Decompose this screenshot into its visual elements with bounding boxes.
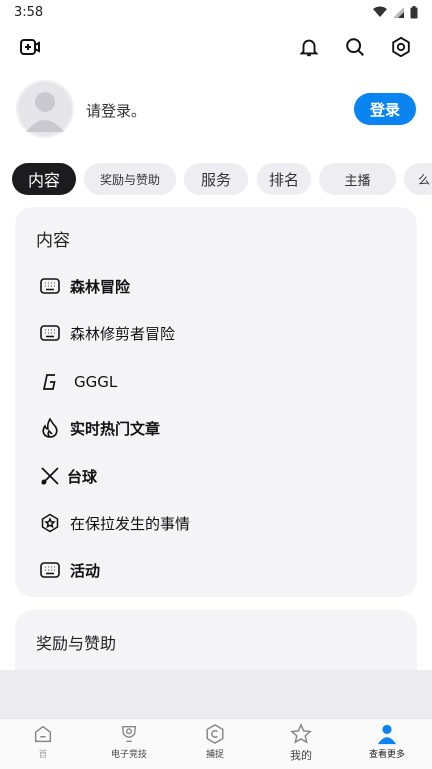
chip-ranking[interactable]: 排名 <box>257 163 311 195</box>
status-time: 3:58 <box>14 4 44 20</box>
list-item-label: 实时热门文章 <box>70 419 161 438</box>
avatar[interactable] <box>16 80 74 138</box>
signal-icon <box>393 6 404 18</box>
rewards-card-title: 奖励与赞助 <box>36 634 117 653</box>
gear-icon <box>392 36 410 58</box>
nav-capture[interactable]: 捕捉 <box>172 723 258 767</box>
login-button[interactable]: 登录 <box>354 93 416 125</box>
category-chips: 内容 奖励与赞助 服务 排名 主播 么 <box>0 163 432 195</box>
bottom-overlay <box>0 670 432 718</box>
bell-icon <box>299 39 319 57</box>
chip-rewards[interactable]: 奖励与赞助 <box>84 163 176 195</box>
bottom-navigation: 首 电子竞技 捕捉 我的 查看更多 <box>0 718 432 769</box>
list-item-gggl[interactable]: GGGL <box>39 368 117 396</box>
nav-mine[interactable]: 我的 <box>258 723 344 767</box>
list-item-label: 台球 <box>67 467 98 486</box>
list-item-label: 森林修剪者冒险 <box>70 324 176 343</box>
add-video-button[interactable] <box>16 33 44 61</box>
list-item-events[interactable]: 活动 <box>39 556 100 584</box>
profile-section: 请登录。 登录 <box>0 78 432 144</box>
chip-services[interactable]: 服务 <box>184 163 248 195</box>
nav-capture-label: 捕捉 <box>205 750 224 760</box>
nav-home-label: 首 <box>38 750 48 760</box>
list-item-label: 活动 <box>70 561 101 580</box>
nav-home[interactable]: 首 <box>0 723 86 767</box>
nav-more[interactable]: 查看更多 <box>344 723 430 767</box>
list-item-label: 森林冒险 <box>70 277 131 296</box>
home-icon <box>34 725 52 743</box>
notifications-button[interactable] <box>295 33 323 61</box>
esports-icon <box>121 725 137 743</box>
login-prompt[interactable]: 请登录。 <box>86 100 146 121</box>
content-card-title: 内容 <box>36 231 70 251</box>
keyboard-icon <box>39 559 61 581</box>
search-icon <box>346 38 364 56</box>
nav-esports[interactable]: 电子竞技 <box>86 723 172 767</box>
wifi-icon <box>373 6 387 17</box>
settings-button[interactable] <box>387 33 415 61</box>
person-icon <box>377 724 397 745</box>
gggl-logo-icon <box>39 371 61 393</box>
star-icon <box>290 723 312 744</box>
cue-sticks-icon <box>39 465 61 487</box>
list-item-billiards[interactable]: 台球 <box>39 462 97 490</box>
battery-icon <box>410 5 418 18</box>
chip-more[interactable]: 么 <box>404 163 432 195</box>
keyboard-icon <box>39 275 61 297</box>
add-video-icon <box>20 39 40 55</box>
list-item-forest-adventure[interactable]: 森林冒险 <box>39 272 130 300</box>
flame-icon <box>39 417 61 439</box>
content-card: 内容 森林冒险 森林修剪者冒险 GGGL 实时热门文章 台球 在保拉发生的事情 … <box>15 207 417 597</box>
list-item-paula[interactable]: 在保拉发生的事情 <box>39 509 190 537</box>
keyboard-icon <box>39 322 61 344</box>
status-bar: 3:58 <box>0 0 432 24</box>
list-item-trending[interactable]: 实时热门文章 <box>39 414 160 442</box>
nav-mine-label: 我的 <box>290 749 312 762</box>
list-item-forest-trimmer[interactable]: 森林修剪者冒险 <box>39 319 175 347</box>
status-icons <box>373 5 418 19</box>
nav-esports-label: 电子竞技 <box>110 750 147 760</box>
capture-icon <box>206 723 224 745</box>
list-item-label: 在保拉发生的事情 <box>70 514 191 533</box>
list-item-label: GGGL <box>74 373 118 391</box>
chip-content[interactable]: 内容 <box>12 163 76 195</box>
default-avatar-icon <box>26 92 64 132</box>
search-button[interactable] <box>341 33 369 61</box>
star-badge-icon <box>39 512 61 534</box>
nav-more-label: 查看更多 <box>368 750 405 760</box>
top-toolbar <box>0 24 432 70</box>
chip-streamers[interactable]: 主播 <box>319 163 396 195</box>
